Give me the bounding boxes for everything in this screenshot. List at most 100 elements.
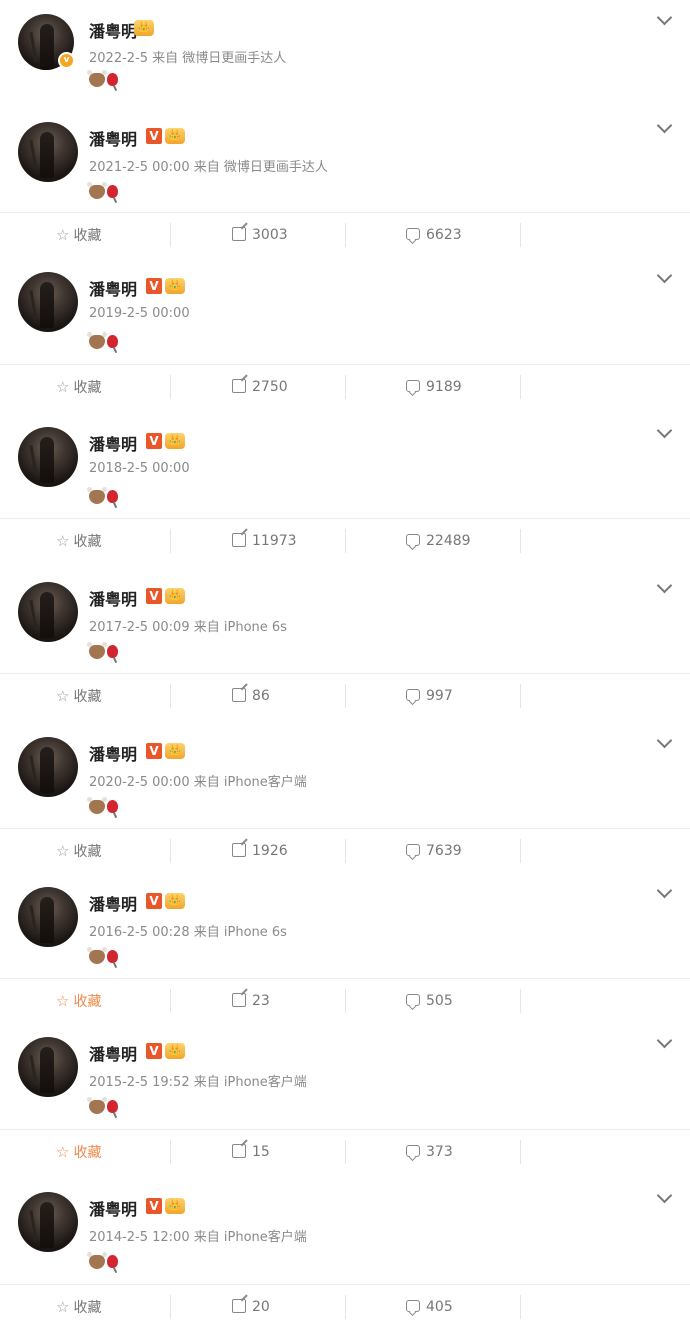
user-name[interactable]: 潘粤明 — [89, 276, 137, 300]
user-name[interactable]: 潘粤明 — [89, 586, 137, 610]
repost-button[interactable]: 2750 — [232, 365, 288, 409]
avatar-figure — [40, 897, 54, 943]
crown-icon: 👑 — [134, 20, 154, 36]
comment-icon — [406, 994, 420, 1006]
ox-emoji-icon — [87, 796, 107, 814]
comment-button[interactable]: 405 — [406, 1285, 453, 1329]
avatar-figure — [40, 132, 54, 178]
chevron-down-icon[interactable] — [656, 1032, 673, 1049]
divider — [520, 839, 521, 863]
avatar[interactable] — [18, 1037, 78, 1097]
repost-button[interactable]: 11973 — [232, 519, 297, 563]
balloon-emoji-icon — [107, 335, 118, 348]
user-name[interactable]: 潘粤明 — [89, 126, 137, 150]
user-name[interactable]: 潘粤明 — [89, 1196, 137, 1220]
post-date[interactable]: 2019-2-5 00:00 — [89, 306, 190, 321]
action-bar: ☆ 收藏 2750 9189 — [0, 364, 690, 409]
repost-icon — [232, 688, 246, 702]
ox-emoji-icon — [87, 1251, 107, 1269]
balloon-emoji-icon — [107, 800, 118, 813]
star-icon: ☆ — [56, 532, 70, 550]
comment-icon — [406, 228, 420, 240]
star-icon: ☆ — [56, 687, 70, 705]
favorite-button[interactable]: ☆ 收藏 — [56, 365, 101, 409]
favorite-label: 收藏 — [73, 994, 102, 1010]
comment-button[interactable]: 505 — [406, 979, 453, 1023]
divider — [520, 375, 521, 399]
comment-count: 405 — [426, 1299, 453, 1315]
crown-icon: 👑 — [165, 278, 185, 294]
post-date[interactable]: 2020-2-5 00:00 — [89, 775, 190, 790]
chevron-down-icon[interactable] — [656, 577, 673, 594]
ox-emoji-icon — [87, 1096, 107, 1114]
favorite-button[interactable]: ☆ 收藏 — [56, 1285, 101, 1329]
chevron-down-icon[interactable] — [656, 422, 673, 439]
chevron-down-icon[interactable] — [656, 9, 673, 26]
comment-button[interactable]: 22489 — [406, 519, 471, 563]
chevron-down-icon[interactable] — [656, 882, 673, 899]
balloon-emoji-icon — [107, 73, 118, 86]
comment-button[interactable]: 373 — [406, 1130, 453, 1174]
repost-button[interactable]: 1926 — [232, 829, 288, 873]
favorite-button[interactable]: ☆ 收藏 — [56, 674, 101, 718]
balloon-emoji-icon — [107, 1100, 118, 1113]
comment-button[interactable]: 997 — [406, 674, 453, 718]
avatar[interactable] — [18, 737, 78, 797]
action-bar: ☆ 收藏 1926 7639 — [0, 828, 690, 873]
repost-button[interactable]: 15 — [232, 1130, 270, 1174]
comment-button[interactable]: 7639 — [406, 829, 462, 873]
chevron-down-icon[interactable] — [656, 732, 673, 749]
post-content-emoji — [87, 1251, 118, 1270]
verified-icon: V — [146, 433, 162, 449]
avatar-figure — [40, 1047, 54, 1093]
user-name[interactable]: 潘粤明 — [89, 431, 137, 455]
avatar[interactable] — [18, 1192, 78, 1252]
post-date[interactable]: 2021-2-5 00:00 — [89, 160, 190, 175]
star-icon: ☆ — [56, 992, 70, 1010]
user-name[interactable]: 潘粤明 — [89, 18, 137, 42]
avatar[interactable] — [18, 272, 78, 332]
verified-icon: V — [146, 128, 162, 144]
crown-icon: 👑 — [165, 433, 185, 449]
repost-count: 3003 — [252, 227, 288, 243]
crown-icon: 👑 — [165, 128, 185, 144]
user-name[interactable]: 潘粤明 — [89, 891, 137, 915]
post-date[interactable]: 2016-2-5 00:28 — [89, 925, 190, 940]
repost-button[interactable]: 3003 — [232, 213, 288, 257]
avatar-mic — [29, 444, 38, 476]
post-date[interactable]: 2014-2-5 12:00 — [89, 1230, 190, 1245]
avatar[interactable] — [18, 427, 78, 487]
avatar-mic — [29, 1054, 38, 1086]
action-bar: ☆ 收藏 15 373 — [0, 1129, 690, 1174]
repost-button[interactable]: 86 — [232, 674, 270, 718]
action-bar: ☆ 收藏 3003 6623 — [0, 212, 690, 257]
favorite-button[interactable]: ☆ 收藏 — [56, 519, 101, 563]
comment-button[interactable]: 6623 — [406, 213, 462, 257]
comment-button[interactable]: 9189 — [406, 365, 462, 409]
repost-button[interactable]: 20 — [232, 1285, 270, 1329]
user-name[interactable]: 潘粤明 — [89, 741, 137, 765]
repost-button[interactable]: 23 — [232, 979, 270, 1023]
repost-icon — [232, 993, 246, 1007]
post-date[interactable]: 2017-2-5 00:09 — [89, 620, 190, 635]
avatar-figure — [40, 24, 54, 70]
favorite-button[interactable]: ☆ 收藏 — [56, 213, 101, 257]
favorite-button[interactable]: ☆ 收藏 — [56, 979, 101, 1023]
chevron-down-icon[interactable] — [656, 1187, 673, 1204]
chevron-down-icon[interactable] — [656, 267, 673, 284]
favorite-label: 收藏 — [73, 380, 102, 396]
favorite-button[interactable]: ☆ 收藏 — [56, 1130, 101, 1174]
crown-icon: 👑 — [165, 743, 185, 759]
chevron-down-icon[interactable] — [656, 117, 673, 134]
avatar[interactable] — [18, 582, 78, 642]
avatar[interactable] — [18, 122, 78, 182]
post-date[interactable]: 2018-2-5 00:00 — [89, 461, 190, 476]
post-date[interactable]: 2015-2-5 19:52 — [89, 1075, 190, 1090]
user-name[interactable]: 潘粤明 — [89, 1041, 137, 1065]
post-content-emoji — [87, 796, 118, 815]
post-date[interactable]: 2022-2-5 — [89, 51, 148, 66]
divider — [520, 1295, 521, 1319]
avatar[interactable] — [18, 887, 78, 947]
post-meta: 2017-2-5 00:09 来自 iPhone 6s — [89, 616, 287, 635]
favorite-button[interactable]: ☆ 收藏 — [56, 829, 101, 873]
